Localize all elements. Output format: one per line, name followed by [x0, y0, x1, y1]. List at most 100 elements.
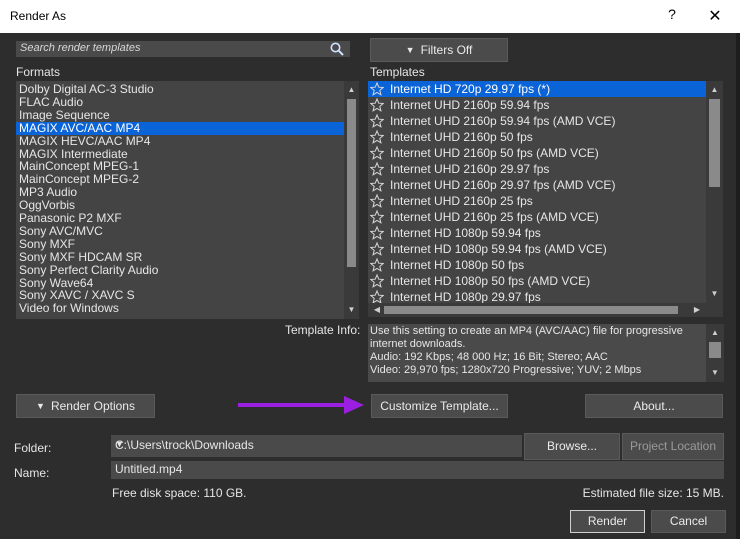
- help-button[interactable]: ?: [662, 6, 682, 22]
- template-item[interactable]: Internet UHD 2160p 29.97 fps (AMD VCE): [368, 177, 706, 193]
- formats-scrollbar[interactable]: ▲ ▼: [344, 81, 359, 319]
- template-item-label: Internet UHD 2160p 50 fps (AMD VCE): [390, 146, 599, 160]
- scroll-thumb[interactable]: [709, 99, 720, 187]
- render-options-label: Render Options: [50, 399, 135, 413]
- template-item-label: Internet HD 720p 29.97 fps (*): [390, 82, 551, 96]
- close-button[interactable]: ✕: [703, 6, 727, 26]
- template-item-label: Internet UHD 2160p 29.97 fps: [390, 162, 550, 176]
- star-outline-icon[interactable]: [370, 146, 384, 160]
- star-outline-icon[interactable]: [370, 274, 384, 288]
- scroll-left-icon[interactable]: ◀: [370, 303, 384, 317]
- star-outline-icon[interactable]: [370, 178, 384, 192]
- template-item[interactable]: Internet UHD 2160p 25 fps (AMD VCE): [368, 209, 706, 225]
- template-info-line: Video: 29,970 fps; 1280x720 Progressive;…: [370, 364, 642, 376]
- format-item[interactable]: MAGIX AVC/AAC MP4: [16, 121, 344, 135]
- filters-label: Filters Off: [420, 43, 473, 57]
- template-item[interactable]: Internet HD 720p 29.97 fps (*): [368, 81, 706, 97]
- star-outline-icon[interactable]: [370, 290, 384, 303]
- template-info-line: Use this setting to create an MP4 (AVC/A…: [370, 325, 683, 337]
- star-outline-icon[interactable]: [370, 98, 384, 112]
- scroll-right-icon[interactable]: ▶: [690, 303, 704, 317]
- template-info-box: Use this setting to create an MP4 (AVC/A…: [368, 324, 724, 382]
- estimated-file-size: Estimated file size: 15 MB.: [582, 486, 724, 500]
- scroll-up-icon[interactable]: ▲: [706, 326, 724, 340]
- name-field[interactable]: Untitled.mp4: [111, 461, 724, 479]
- templates-scrollbar[interactable]: ▲ ▼: [706, 81, 723, 303]
- chevron-down-icon[interactable]: ▼: [115, 439, 516, 449]
- format-item[interactable]: Sony MXF HDCAM SR: [16, 250, 344, 264]
- star-outline-icon[interactable]: [370, 114, 384, 128]
- render-button[interactable]: Render: [570, 510, 645, 533]
- template-info-line: Audio: 192 Kbps; 48 000 Hz; 16 Bit; Ster…: [370, 351, 608, 363]
- scroll-thumb[interactable]: [384, 306, 678, 314]
- format-item[interactable]: Image Sequence: [16, 108, 344, 122]
- template-item[interactable]: Internet HD 1080p 29.97 fps: [368, 289, 706, 303]
- free-disk-space: Free disk space: 110 GB.: [112, 486, 247, 500]
- template-info-line: internet downloads.: [370, 338, 466, 350]
- template-item-label: Internet UHD 2160p 25 fps (AMD VCE): [390, 210, 599, 224]
- star-outline-icon[interactable]: [370, 210, 384, 224]
- format-item[interactable]: Sony Perfect Clarity Audio: [16, 263, 344, 277]
- scroll-down-icon[interactable]: ▼: [706, 287, 723, 301]
- folder-select[interactable]: C:\Users\trock\Downloads ▼: [111, 435, 522, 457]
- template-item-label: Internet UHD 2160p 59.94 fps: [390, 98, 550, 112]
- template-item[interactable]: Internet UHD 2160p 25 fps: [368, 193, 706, 209]
- scroll-down-icon[interactable]: ▼: [706, 366, 724, 380]
- formats-list[interactable]: Dolby Digital AC-3 Studio FLAC Audio Image…: [16, 81, 344, 319]
- star-outline-icon[interactable]: [370, 82, 384, 96]
- search-icon[interactable]: [329, 41, 345, 57]
- template-info-label: Template Info:: [285, 323, 361, 337]
- title-bar: Render As ? ✕: [0, 0, 740, 33]
- star-outline-icon[interactable]: [370, 130, 384, 144]
- template-item[interactable]: Internet HD 1080p 59.94 fps (AMD VCE): [368, 241, 706, 257]
- template-item-label: Internet HD 1080p 29.97 fps: [390, 290, 541, 303]
- template-item[interactable]: Internet UHD 2160p 59.94 fps: [368, 97, 706, 113]
- template-item[interactable]: Internet UHD 2160p 50 fps: [368, 129, 706, 145]
- template-item[interactable]: Internet HD 1080p 50 fps (AMD VCE): [368, 273, 706, 289]
- template-item-label: Internet HD 1080p 50 fps: [390, 258, 525, 272]
- template-item-label: Internet UHD 2160p 59.94 fps (AMD VCE): [390, 114, 616, 128]
- about-button[interactable]: About...: [585, 394, 723, 418]
- triangle-down-icon: ▼: [405, 45, 415, 55]
- formats-label: Formats: [16, 65, 61, 79]
- template-item-label: Internet HD 1080p 59.94 fps: [390, 226, 541, 240]
- cancel-button[interactable]: Cancel: [651, 510, 726, 533]
- template-item[interactable]: Internet HD 1080p 50 fps: [368, 257, 706, 273]
- templates-list[interactable]: Internet HD 720p 29.97 fps (*) Internet U…: [368, 81, 706, 303]
- templates-hscrollbar[interactable]: ◀ ▶: [368, 303, 706, 317]
- browse-button[interactable]: Browse...: [524, 433, 620, 460]
- star-outline-icon[interactable]: [370, 226, 384, 240]
- scroll-thumb[interactable]: [347, 99, 356, 267]
- star-outline-icon[interactable]: [370, 242, 384, 256]
- render-options-button[interactable]: ▼ Render Options: [16, 394, 155, 418]
- format-item[interactable]: FLAC Audio: [16, 95, 344, 109]
- template-item-label: Internet UHD 2160p 25 fps: [390, 194, 533, 208]
- star-outline-icon[interactable]: [370, 194, 384, 208]
- search-placeholder: Search render templates: [20, 42, 141, 54]
- format-item[interactable]: Video for Windows: [16, 302, 344, 315]
- template-info-text: Use this setting to create an MP4 (AVC/A…: [370, 325, 700, 377]
- scroll-down-icon[interactable]: ▼: [344, 303, 359, 317]
- scroll-thumb[interactable]: [709, 342, 721, 358]
- scroll-up-icon[interactable]: ▲: [344, 83, 359, 97]
- filters-button[interactable]: ▼ Filters Off: [370, 38, 508, 62]
- annotation-arrow-icon: [238, 396, 364, 414]
- template-item[interactable]: Internet HD 1080p 59.94 fps: [368, 225, 706, 241]
- templates-label: Templates: [370, 65, 425, 79]
- triangle-down-icon: ▼: [36, 401, 45, 411]
- star-outline-icon[interactable]: [370, 258, 384, 272]
- window-title: Render As: [10, 9, 67, 23]
- template-item[interactable]: Internet UHD 2160p 59.94 fps (AMD VCE): [368, 113, 706, 129]
- format-item[interactable]: MAGIX HEVC/AAC MP4: [16, 134, 344, 148]
- template-item[interactable]: Internet UHD 2160p 29.97 fps: [368, 161, 706, 177]
- scroll-up-icon[interactable]: ▲: [706, 83, 723, 97]
- info-scrollbar[interactable]: ▲ ▼: [706, 324, 724, 382]
- star-outline-icon[interactable]: [370, 162, 384, 176]
- format-item[interactable]: Sony AVC/MVC: [16, 224, 344, 238]
- customize-template-button[interactable]: Customize Template...: [371, 394, 508, 418]
- format-item[interactable]: Sony MXF: [16, 237, 344, 251]
- template-item-label: Internet HD 1080p 59.94 fps (AMD VCE): [390, 242, 607, 256]
- template-item[interactable]: Internet UHD 2160p 50 fps (AMD VCE): [368, 145, 706, 161]
- template-item-label: Internet HD 1080p 50 fps (AMD VCE): [390, 274, 591, 288]
- search-input[interactable]: Search render templates: [16, 41, 350, 57]
